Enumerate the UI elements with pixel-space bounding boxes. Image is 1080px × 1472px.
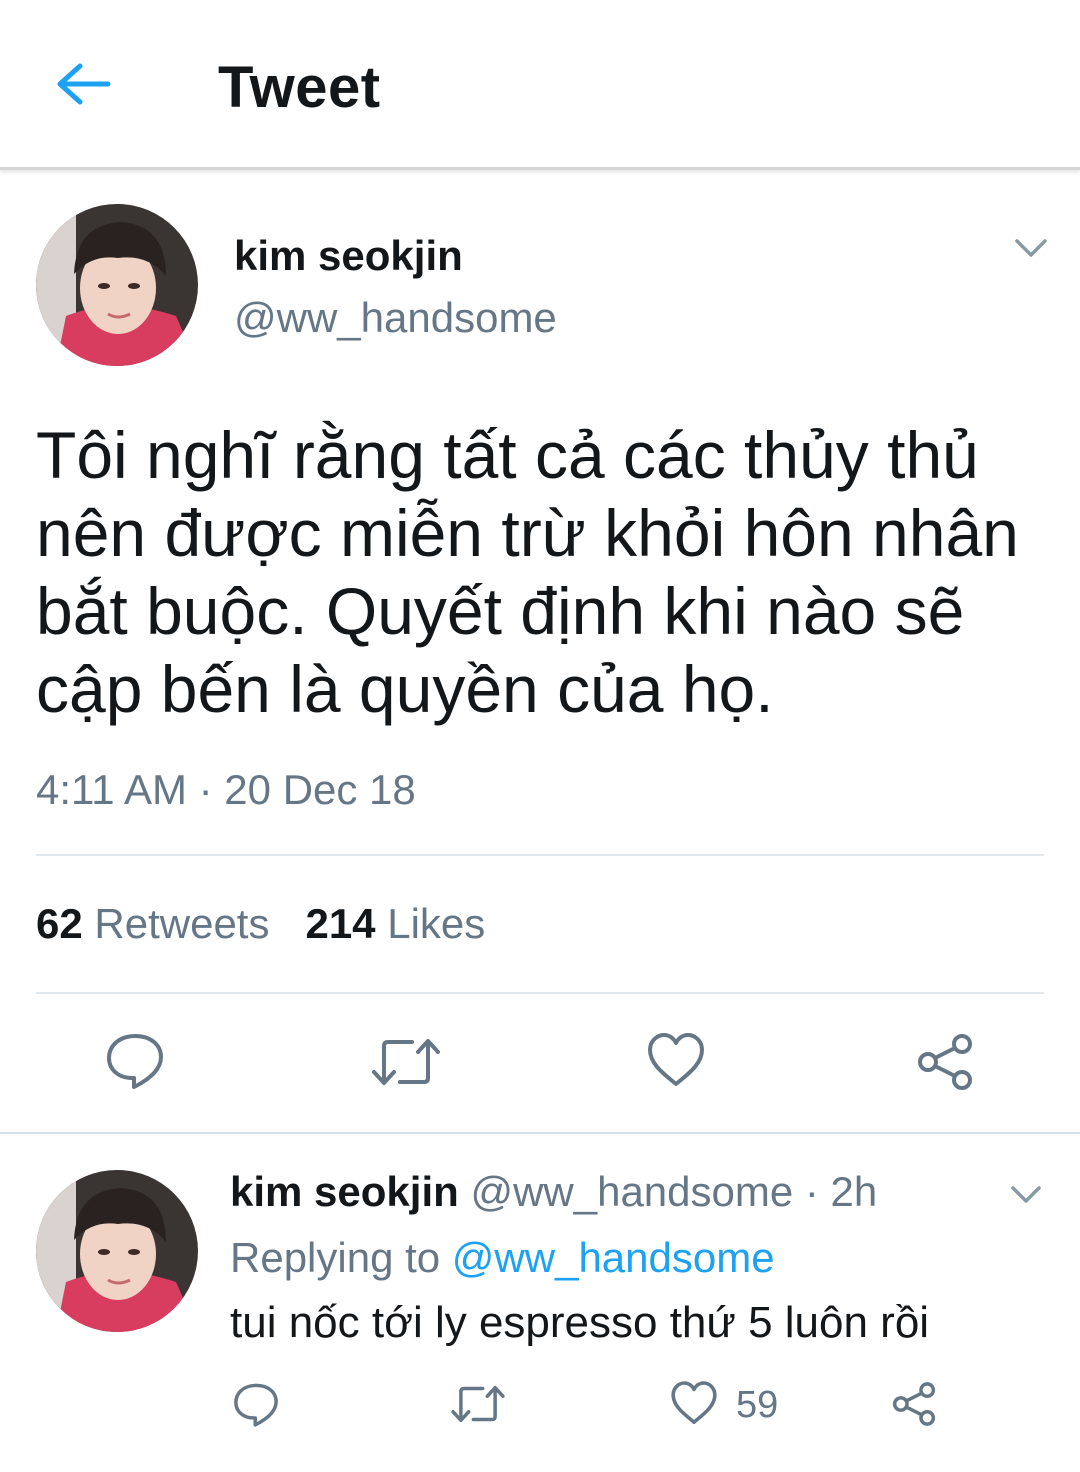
- likes-count: 214: [305, 900, 376, 947]
- reply-like-count: 59: [736, 1384, 779, 1426]
- tweet-timestamp[interactable]: 4:11 AM · 20 Dec 18: [36, 766, 416, 814]
- share-icon[interactable]: [914, 1032, 976, 1092]
- reply-header[interactable]: kim seokjin @ww_handsome · 2h: [230, 1168, 877, 1216]
- likes-stat[interactable]: 214 Likes: [305, 900, 485, 948]
- retweet-icon[interactable]: [450, 1382, 506, 1426]
- page-title: Tweet: [218, 55, 381, 120]
- avatar[interactable]: [36, 1170, 198, 1332]
- reply-author-handle-time: @ww_handsome · 2h: [470, 1168, 878, 1215]
- retweets-stat[interactable]: 62 Retweets: [36, 900, 269, 948]
- tweet-text: Tôi nghĩ rằng tất cả các thủy thủ nên đư…: [36, 418, 1019, 726]
- author-name[interactable]: kim seokjin: [234, 232, 463, 280]
- replying-mention[interactable]: @ww_handsome: [452, 1234, 775, 1281]
- replying-label: Replying to: [230, 1234, 441, 1281]
- chevron-down-icon[interactable]: [1010, 1184, 1042, 1211]
- reply-actions: 59: [0, 1378, 1080, 1432]
- chevron-down-icon[interactable]: [1014, 236, 1048, 265]
- like-icon[interactable]: [646, 1032, 706, 1088]
- thread-separator: [0, 1132, 1080, 1134]
- reply-icon[interactable]: [232, 1380, 280, 1428]
- divider: [36, 854, 1044, 856]
- reply-text: tui nốc tới ly espresso thứ 5 luôn rồi: [230, 1298, 930, 1347]
- retweets-count: 62: [36, 900, 83, 947]
- reply-author-name: kim seokjin: [230, 1168, 459, 1215]
- likes-label: Likes: [387, 900, 486, 947]
- share-icon[interactable]: [890, 1380, 938, 1428]
- like-icon: [670, 1380, 718, 1431]
- back-button[interactable]: [52, 58, 116, 114]
- divider: [36, 992, 1044, 994]
- tweet-actions: [0, 1030, 1080, 1094]
- top-bar: Tweet: [0, 0, 1080, 170]
- retweets-label: Retweets: [94, 900, 270, 947]
- arrow-left-icon: [52, 60, 112, 113]
- like-button[interactable]: 59: [670, 1380, 778, 1431]
- tweet-stats: 62 Retweets 214 Likes: [36, 900, 485, 948]
- avatar[interactable]: [36, 204, 198, 366]
- reply-icon[interactable]: [104, 1030, 166, 1090]
- replying-to: Replying to @ww_handsome: [230, 1234, 775, 1282]
- retweet-icon[interactable]: [370, 1034, 442, 1090]
- author-handle[interactable]: @ww_handsome: [234, 294, 557, 342]
